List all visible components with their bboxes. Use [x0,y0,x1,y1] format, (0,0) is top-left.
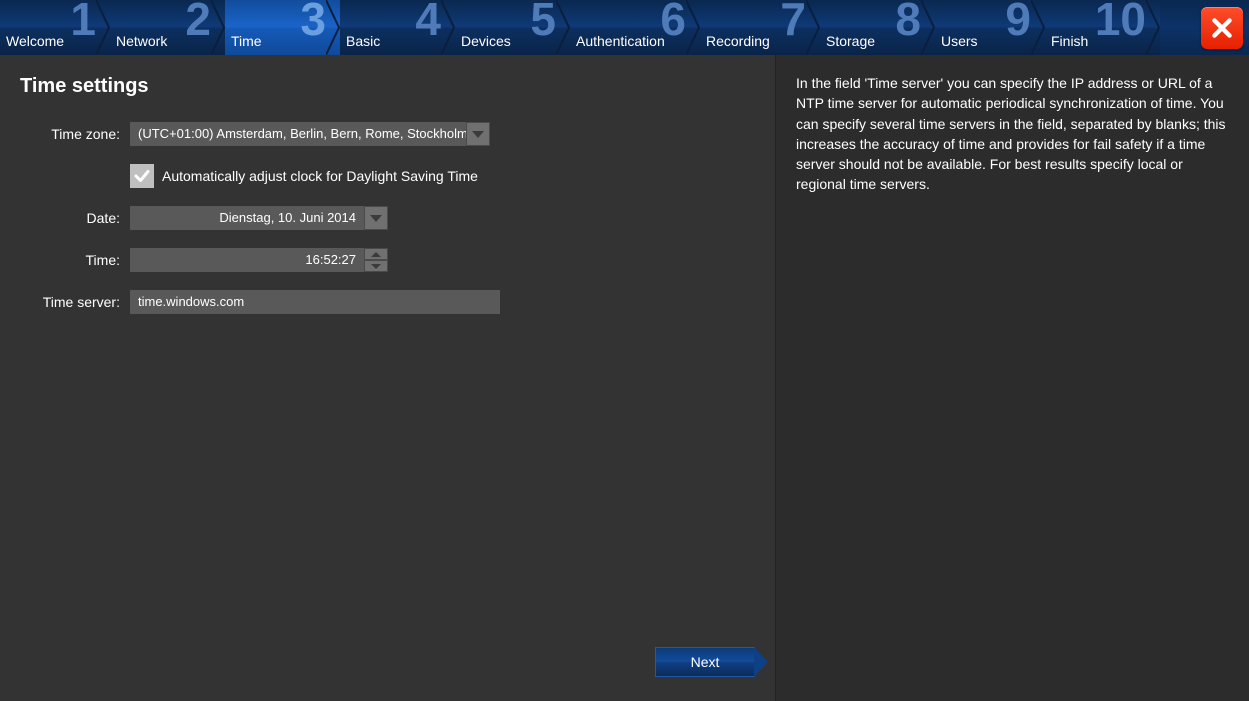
wizard-step-finish[interactable]: 10 Finish [1045,0,1160,55]
close-button[interactable] [1201,7,1243,49]
date-dropdown-button[interactable] [364,206,388,230]
next-button[interactable]: Next [655,647,755,677]
step-label: Welcome [6,33,64,49]
time-down-button[interactable] [364,260,388,272]
step-label: Devices [461,33,511,49]
wizard-step-storage[interactable]: 8 Storage [820,0,935,55]
wizard-step-basic[interactable]: 4 Basic [340,0,455,55]
step-number: 5 [530,0,556,42]
label-timeserver: Time server: [20,294,130,310]
time-field[interactable]: 16:52:27 [130,248,364,272]
step-number: 3 [300,0,326,42]
wizard-step-bar: 1 Welcome 2 Network 3 Time 4 Basic 5 Devices 6Auth… [0,0,1249,55]
wizard-step-devices[interactable]: 5 Devices [455,0,570,55]
step-number: 4 [415,0,441,42]
step-label: Recording [706,33,770,49]
next-button-label: Next [691,654,720,670]
wizard-step-welcome[interactable]: 1 Welcome [0,0,110,55]
wizard-step-users[interactable]: 9 Users [935,0,1045,55]
footer-actions: Next [20,647,755,681]
label-date: Date: [20,210,130,226]
wizard-step-time[interactable]: 3 Time [225,0,340,55]
step-number: 8 [895,0,921,42]
step-label: Storage [826,33,875,49]
step-number: 7 [780,0,806,42]
date-field[interactable]: Dienstag, 10. Juni 2014 [130,206,364,230]
chevron-right-icon [96,0,110,55]
help-panel: In the field 'Time server' you can speci… [775,55,1249,701]
step-number: 1 [70,0,96,42]
row-timezone: Time zone: (UTC+01:00) Amsterdam, Berlin… [20,122,755,146]
step-label: Basic [346,33,380,49]
chevron-down-icon [472,131,484,138]
chevron-right-icon [211,0,225,55]
chevron-down-icon [370,215,382,222]
page-title: Time settings [20,75,755,98]
dst-checkbox[interactable] [130,164,154,188]
wizard-step-network[interactable]: 2 Network [110,0,225,55]
step-number: 9 [1005,0,1031,42]
chevron-up-icon [371,252,381,257]
wizard-step-recording[interactable]: 7 Recording [700,0,820,55]
step-label: Time [231,33,262,49]
chevron-right-icon [556,0,570,55]
step-label: Authentication [576,33,665,49]
timezone-dropdown-button[interactable] [466,122,490,146]
chevron-right-icon [441,0,455,55]
wizard-step-authentication[interactable]: 6Authentication [570,0,700,55]
form-body: Time zone: (UTC+01:00) Amsterdam, Berlin… [20,122,755,647]
help-text: In the field 'Time server' you can speci… [796,73,1229,195]
label-timezone: Time zone: [20,126,130,142]
arrow-right-icon [754,647,768,677]
chevron-right-icon [686,0,700,55]
row-dst: Automatically adjust clock for Daylight … [20,164,755,188]
close-icon [1209,15,1235,41]
chevron-right-icon [921,0,935,55]
row-date: Date: Dienstag, 10. Juni 2014 [20,206,755,230]
timezone-select[interactable]: (UTC+01:00) Amsterdam, Berlin, Bern, Rom… [130,122,466,146]
step-label: Finish [1051,33,1088,49]
time-spinner [364,248,388,272]
chevron-right-icon [806,0,820,55]
chevron-right-icon [1031,0,1045,55]
check-icon [133,167,151,185]
time-up-button[interactable] [364,248,388,260]
chevron-right-icon [1146,0,1160,55]
row-timeserver: Time server: [20,290,755,314]
dst-label: Automatically adjust clock for Daylight … [162,168,478,184]
step-number: 10 [1095,0,1146,42]
row-time: Time: 16:52:27 [20,248,755,272]
chevron-down-icon [371,264,381,269]
timeserver-input[interactable] [130,290,500,314]
label-time: Time: [20,252,130,268]
step-label: Users [941,33,978,49]
step-label: Network [116,33,167,49]
main-panel: Time settings Time zone: (UTC+01:00) Ams… [0,55,775,701]
step-number: 2 [185,0,211,42]
content-area: Time settings Time zone: (UTC+01:00) Ams… [0,55,1249,701]
chevron-right-icon [326,0,340,55]
